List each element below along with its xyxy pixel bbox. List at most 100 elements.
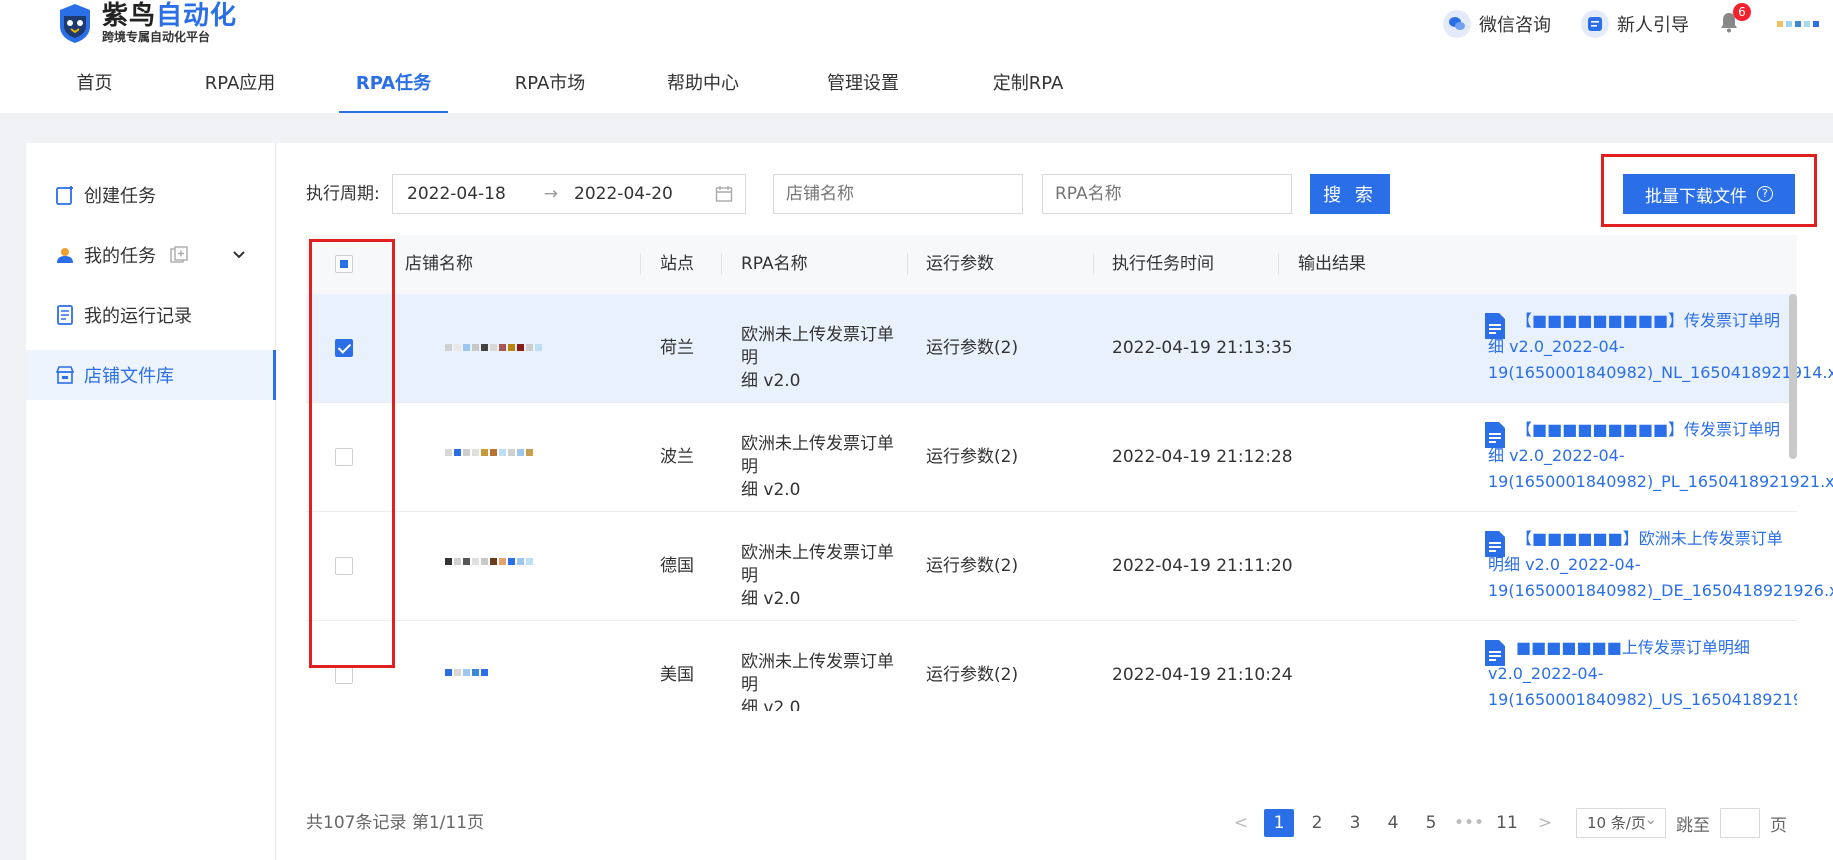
sidebar-item-run-records[interactable]: 我的运行记录	[26, 290, 276, 340]
output-file-link[interactable]: 【■■■■■■■■■】传发票订单明细 v2.0_2022-04-19(16500…	[1485, 308, 1833, 386]
search-button[interactable]: 搜 索	[1310, 174, 1390, 214]
sidebar-item-shop-file-library[interactable]: 店铺文件库	[26, 350, 276, 400]
wechat-consult-button[interactable]: 微信咨询	[1443, 10, 1551, 38]
page-button[interactable]: 2	[1302, 809, 1332, 837]
nav-tab-rpa-apps[interactable]: RPA应用	[185, 64, 295, 113]
nav-tab-help-center[interactable]: 帮助中心	[653, 64, 753, 113]
exec-time-cell: 2022-04-19 21:11:20	[1112, 556, 1293, 576]
page-ellipsis[interactable]: •••	[1454, 809, 1484, 837]
column-header-rpa: RPA名称	[741, 254, 808, 274]
exec-time-cell: 2022-04-19 21:13:35	[1112, 338, 1293, 358]
table-row[interactable]: 德国 欧洲未上传发票订单明 细 v2.0 运行参数(2) 2022-04-19 …	[306, 512, 1833, 621]
chevron-down-icon[interactable]	[232, 250, 246, 260]
pagination: < 1 2 3 4 5 ••• 11 > 10 条/页 跳至 页	[1226, 805, 1787, 838]
table-header: 店铺名称 站点 RPA名称 运行参数 执行任务时间 输出结果	[306, 235, 1797, 294]
output-file-link[interactable]: ■■■■■■■上传发票订单明细 v2.0_2022-04-19(16500018…	[1485, 635, 1797, 711]
rpa-name-line: 细 v2.0	[741, 371, 801, 391]
sidebar: 创建任务 我的任务 我的运行记录 店铺文件库	[26, 143, 276, 860]
rpa-name-line: 细 v2.0	[741, 589, 801, 609]
notification-count-badge: 6	[1733, 3, 1751, 21]
file-icon	[1484, 312, 1506, 340]
column-header-output: 输出结果	[1298, 254, 1366, 274]
top-header: 紫鸟自动化 跨境专属自动化平台 微信咨询 新人引导 6 首页 RPA应用 RPA…	[0, 0, 1833, 113]
top-actions: 微信咨询 新人引导 6	[1443, 3, 1833, 40]
prev-page-button[interactable]: <	[1226, 809, 1256, 837]
page-button[interactable]: 4	[1378, 809, 1408, 837]
batch-download-button[interactable]: 批量下载文件 ?	[1623, 174, 1795, 214]
guide-icon	[1581, 10, 1609, 38]
nav-tab-rpa-market[interactable]: RPA市场	[495, 64, 605, 113]
column-header-shop: 店铺名称	[405, 254, 473, 274]
select-all-checkbox[interactable]	[335, 255, 353, 273]
output-file-name: 【■■■■■■■■■】传发票订单明细 v2.0_2022-04-19(16500…	[1488, 420, 1833, 491]
help-circle-icon[interactable]: ?	[1757, 186, 1773, 202]
shop-name-input[interactable]	[773, 174, 1023, 214]
logo-bird-icon	[56, 2, 94, 44]
exec-time-cell: 2022-04-19 21:12:28	[1112, 447, 1293, 467]
page-size-select[interactable]: 10 条/页	[1576, 805, 1666, 838]
run-params-link[interactable]: 运行参数(2)	[926, 555, 1018, 578]
shop-name-redacted	[445, 558, 565, 565]
page-button[interactable]: 3	[1340, 809, 1370, 837]
jump-label: 跳至	[1676, 815, 1710, 836]
row-checkbox[interactable]	[335, 339, 353, 357]
logo[interactable]: 紫鸟自动化 跨境专属自动化平台	[56, 2, 237, 44]
table-row[interactable]: 美国 欧洲未上传发票订单明 细 v2.0 运行参数(2) 2022-04-19 …	[306, 621, 1797, 711]
run-params-link[interactable]: 运行参数(2)	[926, 664, 1018, 687]
record-summary: 共107条记录 第1/11页	[306, 813, 485, 833]
jump-page-input[interactable]	[1720, 808, 1760, 838]
table-row[interactable]: 波兰 欧洲未上传发票订单明 细 v2.0 运行参数(2) 2022-04-19 …	[306, 403, 1833, 512]
rpa-name-input[interactable]	[1042, 174, 1292, 214]
sidebar-item-my-tasks[interactable]: 我的任务	[26, 230, 276, 280]
date-range-arrow: →	[543, 184, 559, 204]
add-task-icon[interactable]	[170, 246, 188, 264]
sidebar-item-create-task[interactable]: 创建任务	[26, 170, 276, 220]
page-button[interactable]: 1	[1264, 809, 1294, 837]
logo-title: 紫鸟自动化	[102, 1, 238, 31]
nav-tab-rpa-tasks[interactable]: RPA任务	[339, 64, 448, 113]
column-divider	[1093, 253, 1094, 275]
row-checkbox[interactable]	[335, 557, 353, 575]
output-file-link[interactable]: 【■■■■■■■■■】传发票订单明细 v2.0_2022-04-19(16500…	[1485, 417, 1833, 495]
calendar-icon	[715, 185, 733, 203]
batch-download-label: 批量下载文件	[1645, 186, 1747, 207]
user-avatar[interactable]	[1777, 17, 1833, 31]
table-scrollbar[interactable]	[1789, 294, 1797, 459]
column-divider	[907, 253, 908, 275]
row-checkbox[interactable]	[335, 666, 353, 684]
page-button[interactable]: 5	[1416, 809, 1446, 837]
rpa-name-line: 欧洲未上传发票订单明	[741, 434, 894, 477]
nav-tab-custom-rpa[interactable]: 定制RPA	[973, 64, 1083, 113]
notification-bell[interactable]: 6	[1719, 3, 1751, 37]
sidebar-item-label: 店铺文件库	[84, 366, 174, 387]
date-range-picker[interactable]: 2022-04-18 → 2022-04-20	[392, 174, 746, 214]
nav-tab-settings[interactable]: 管理设置	[813, 64, 913, 113]
page-button[interactable]: 11	[1492, 809, 1522, 837]
wechat-consult-label: 微信咨询	[1479, 15, 1551, 36]
next-page-button[interactable]: >	[1530, 809, 1560, 837]
main-nav: 首页 RPA应用 RPA任务 RPA市场 帮助中心 管理设置 定制RPA	[0, 64, 1083, 113]
run-params-link[interactable]: 运行参数(2)	[926, 446, 1018, 469]
output-file-name: 【■■■■■■■■■】传发票订单明细 v2.0_2022-04-19(16500…	[1488, 311, 1833, 382]
rpa-name-line: 细 v2.0	[741, 698, 801, 711]
column-header-params: 运行参数	[926, 254, 994, 274]
store-icon	[54, 364, 76, 386]
site-cell: 荷兰	[660, 338, 694, 358]
shop-name-redacted	[445, 344, 565, 351]
date-end[interactable]: 2022-04-20	[574, 184, 673, 204]
page-unit-label: 页	[1770, 815, 1787, 836]
rpa-name-line: 欧洲未上传发票订单明	[741, 543, 894, 586]
output-file-link[interactable]: 【■■■■■■】欧洲未上传发票订单明细 v2.0_2022-04-19(1650…	[1485, 526, 1833, 604]
newbie-guide-button[interactable]: 新人引导	[1581, 10, 1689, 38]
file-icon	[1484, 421, 1506, 449]
site-cell: 波兰	[660, 447, 694, 467]
run-params-link[interactable]: 运行参数(2)	[926, 337, 1018, 360]
nav-tab-home[interactable]: 首页	[56, 64, 133, 113]
row-checkbox[interactable]	[335, 448, 353, 466]
wechat-icon	[1443, 10, 1471, 38]
rpa-name-cell: 欧洲未上传发票订单明 细 v2.0	[741, 324, 901, 393]
date-start[interactable]: 2022-04-18	[407, 184, 506, 204]
table-row[interactable]: 荷兰 欧洲未上传发票订单明 细 v2.0 运行参数(2) 2022-04-19 …	[306, 294, 1833, 403]
output-file-name: 【■■■■■■】欧洲未上传发票订单明细 v2.0_2022-04-19(1650…	[1488, 529, 1833, 600]
record-list-icon	[54, 304, 76, 326]
